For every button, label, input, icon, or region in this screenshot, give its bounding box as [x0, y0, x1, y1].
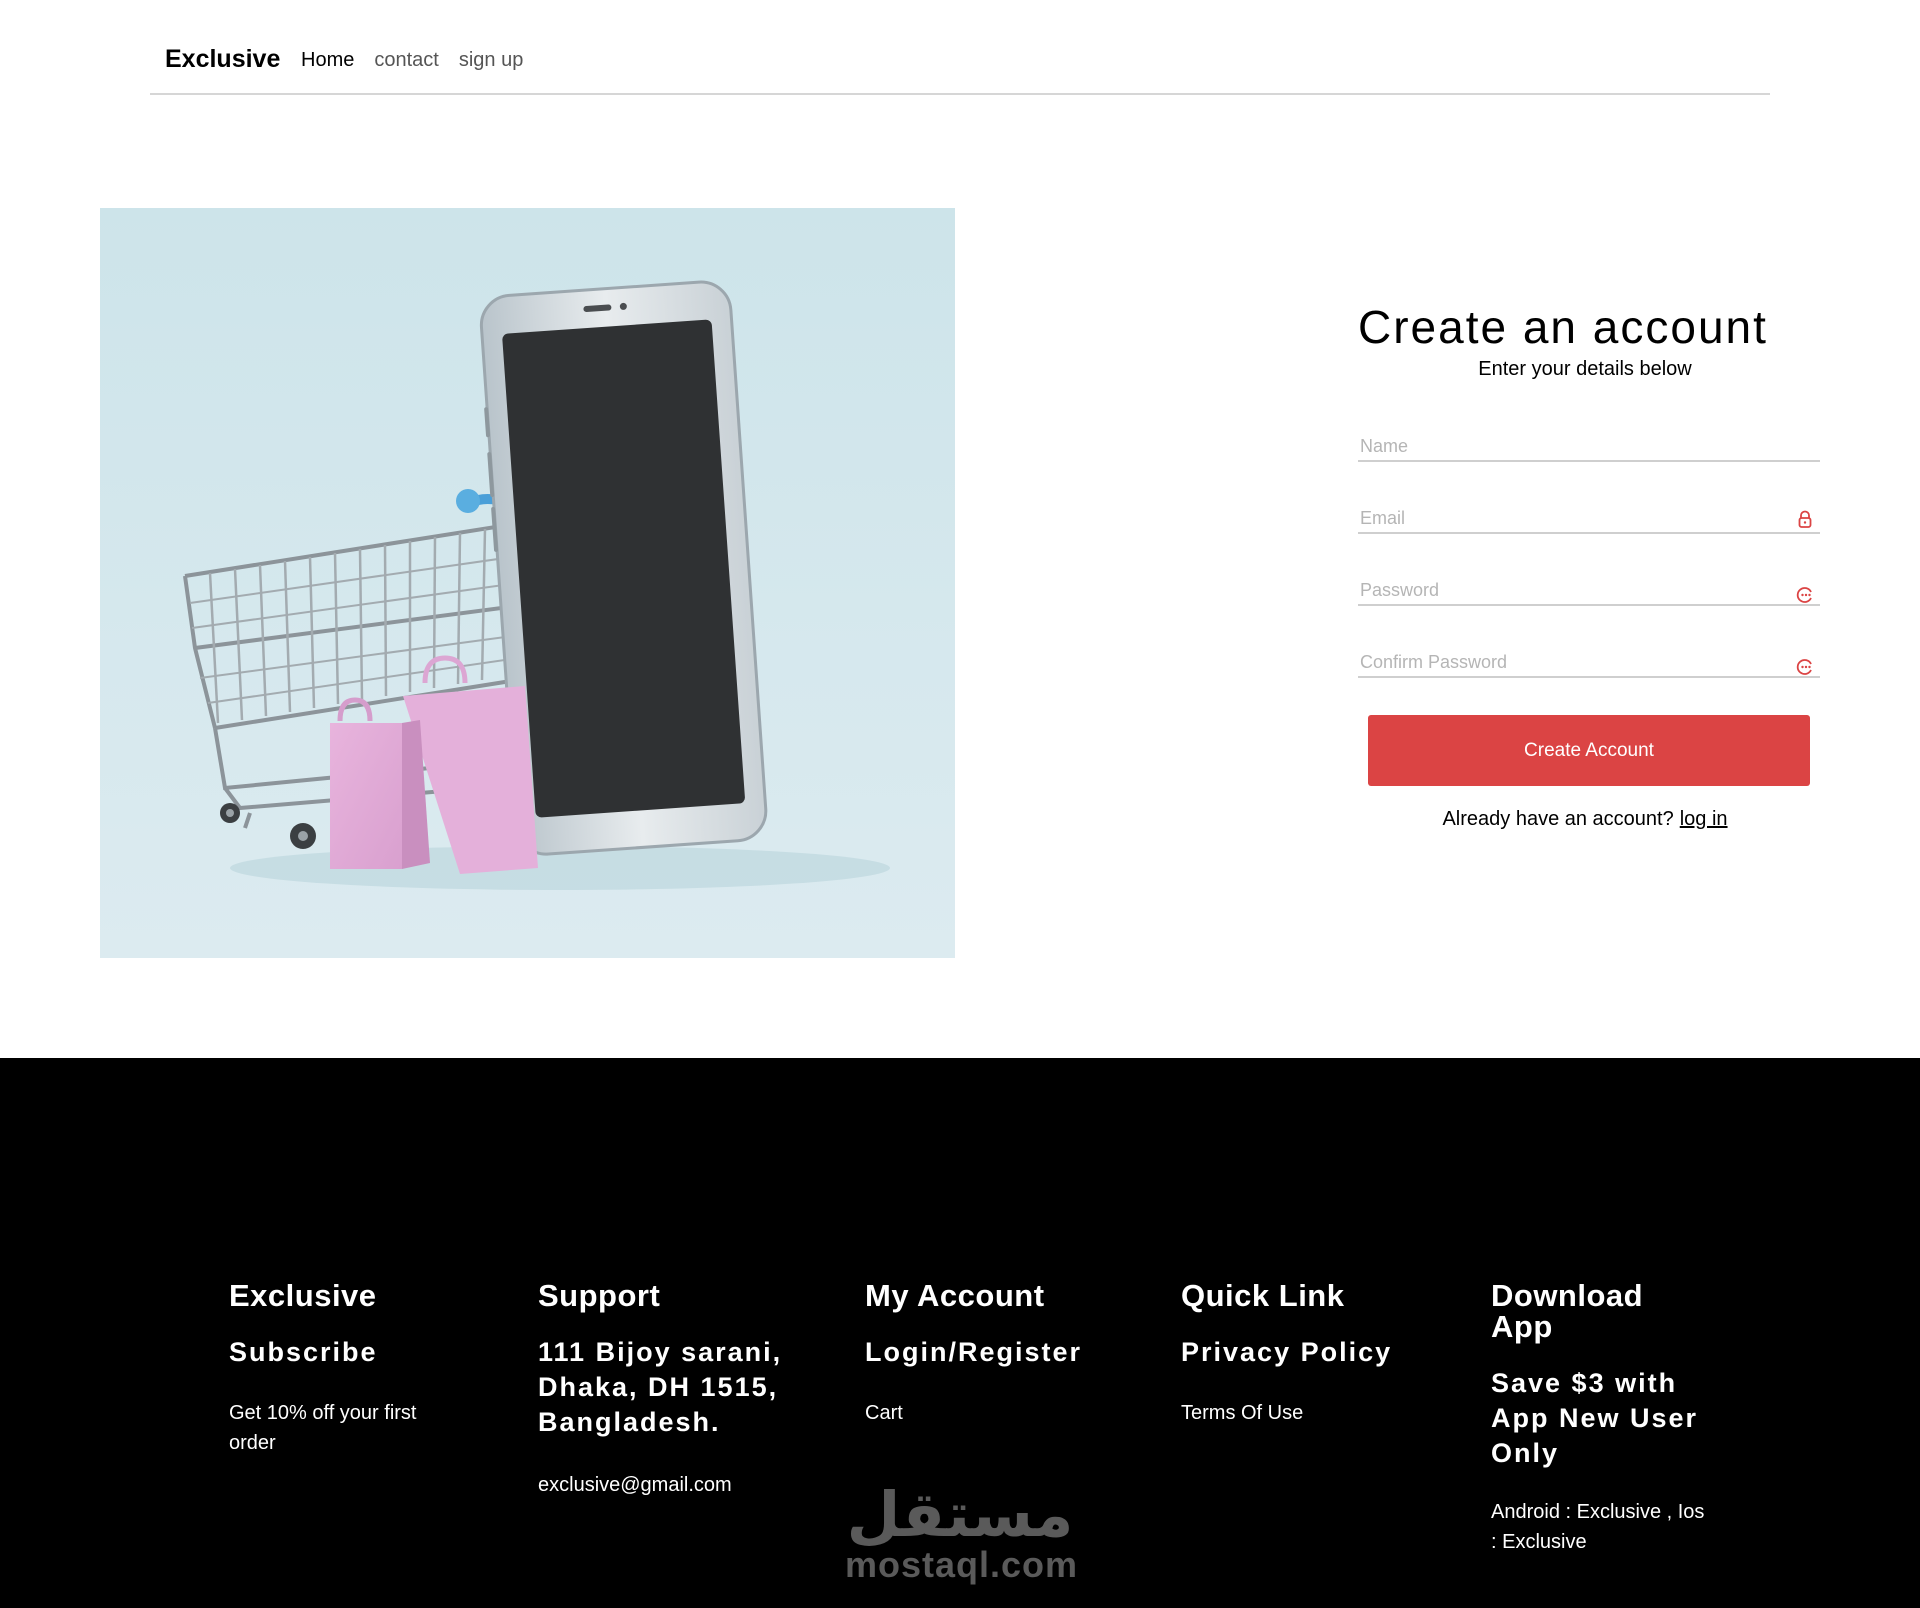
- footer-terms-link[interactable]: Terms Of Use: [1181, 1398, 1431, 1428]
- footer-col-download: Download App Save $3 with App New User O…: [1491, 1280, 1706, 1557]
- brand-logo[interactable]: Exclusive: [165, 45, 280, 74]
- form-title: Create an account: [1358, 301, 1768, 353]
- footer-login-register-link[interactable]: Login/Register: [865, 1335, 1115, 1370]
- hero-image: [100, 208, 955, 958]
- login-prompt-text: Already have an account?: [1442, 808, 1674, 830]
- shopping-cart-phone-illustration: [100, 208, 955, 958]
- login-prompt: Already have an account? log in: [1340, 808, 1830, 831]
- site-header: Exclusive Home contact sign up: [150, 0, 1770, 95]
- signup-form: Create an account Enter your details bel…: [1340, 300, 1830, 830]
- confirm-password-field: [1358, 638, 1820, 678]
- create-account-button[interactable]: Create Account: [1368, 715, 1810, 786]
- footer-subscribe-text: Get 10% off your first order: [229, 1402, 417, 1454]
- confirm-password-input[interactable]: [1358, 638, 1820, 676]
- password-manager-icon[interactable]: [1796, 658, 1814, 676]
- lock-icon[interactable]: [1796, 510, 1814, 528]
- name-input[interactable]: [1358, 422, 1820, 460]
- main-nav: Home contact sign up: [301, 49, 523, 72]
- form-subtitle: Enter your details below: [1478, 358, 1692, 380]
- nav-home-link[interactable]: Home: [301, 49, 354, 72]
- footer-exclusive-heading: Exclusive: [229, 1278, 377, 1313]
- footer-subscribe-heading[interactable]: Subscribe: [229, 1335, 459, 1370]
- footer-download-promo: Save $3 with App New User Only: [1491, 1368, 1699, 1468]
- footer-col-quick-link: Quick Link Privacy Policy Terms Of Use: [1181, 1280, 1431, 1428]
- footer-download-heading: Download App: [1491, 1278, 1644, 1344]
- email-field: [1358, 494, 1820, 534]
- footer-col-support: Support 111 Bijoy sarani, Dhaka, DH 1515…: [538, 1280, 788, 1500]
- footer-support-heading: Support: [538, 1278, 661, 1313]
- footer-col-exclusive: Exclusive Subscribe Get 10% off your fir…: [229, 1280, 459, 1458]
- password-manager-icon[interactable]: [1796, 586, 1814, 604]
- footer-download-stores: Android : Exclusive , Ios : Exclusive: [1491, 1501, 1705, 1553]
- footer-support-address: 111 Bijoy sarani, Dhaka, DH 1515, Bangla…: [538, 1337, 783, 1437]
- nav-signup-link[interactable]: sign up: [459, 49, 524, 72]
- footer-col-account: My Account Login/Register Cart: [865, 1280, 1115, 1428]
- login-link[interactable]: log in: [1680, 808, 1728, 830]
- footer-privacy-policy-link[interactable]: Privacy Policy: [1181, 1335, 1431, 1370]
- email-input[interactable]: [1358, 494, 1820, 532]
- nav-contact-link[interactable]: contact: [374, 49, 438, 72]
- site-footer: Exclusive Subscribe Get 10% off your fir…: [0, 1058, 1920, 1608]
- footer-account-heading: My Account: [865, 1278, 1045, 1313]
- password-field: [1358, 566, 1820, 606]
- password-input[interactable]: [1358, 566, 1820, 604]
- footer-cart-link[interactable]: Cart: [865, 1398, 1115, 1428]
- footer-support-email[interactable]: exclusive@gmail.com: [538, 1470, 788, 1500]
- name-field: [1358, 422, 1820, 462]
- footer-quick-link-heading: Quick Link: [1181, 1278, 1345, 1313]
